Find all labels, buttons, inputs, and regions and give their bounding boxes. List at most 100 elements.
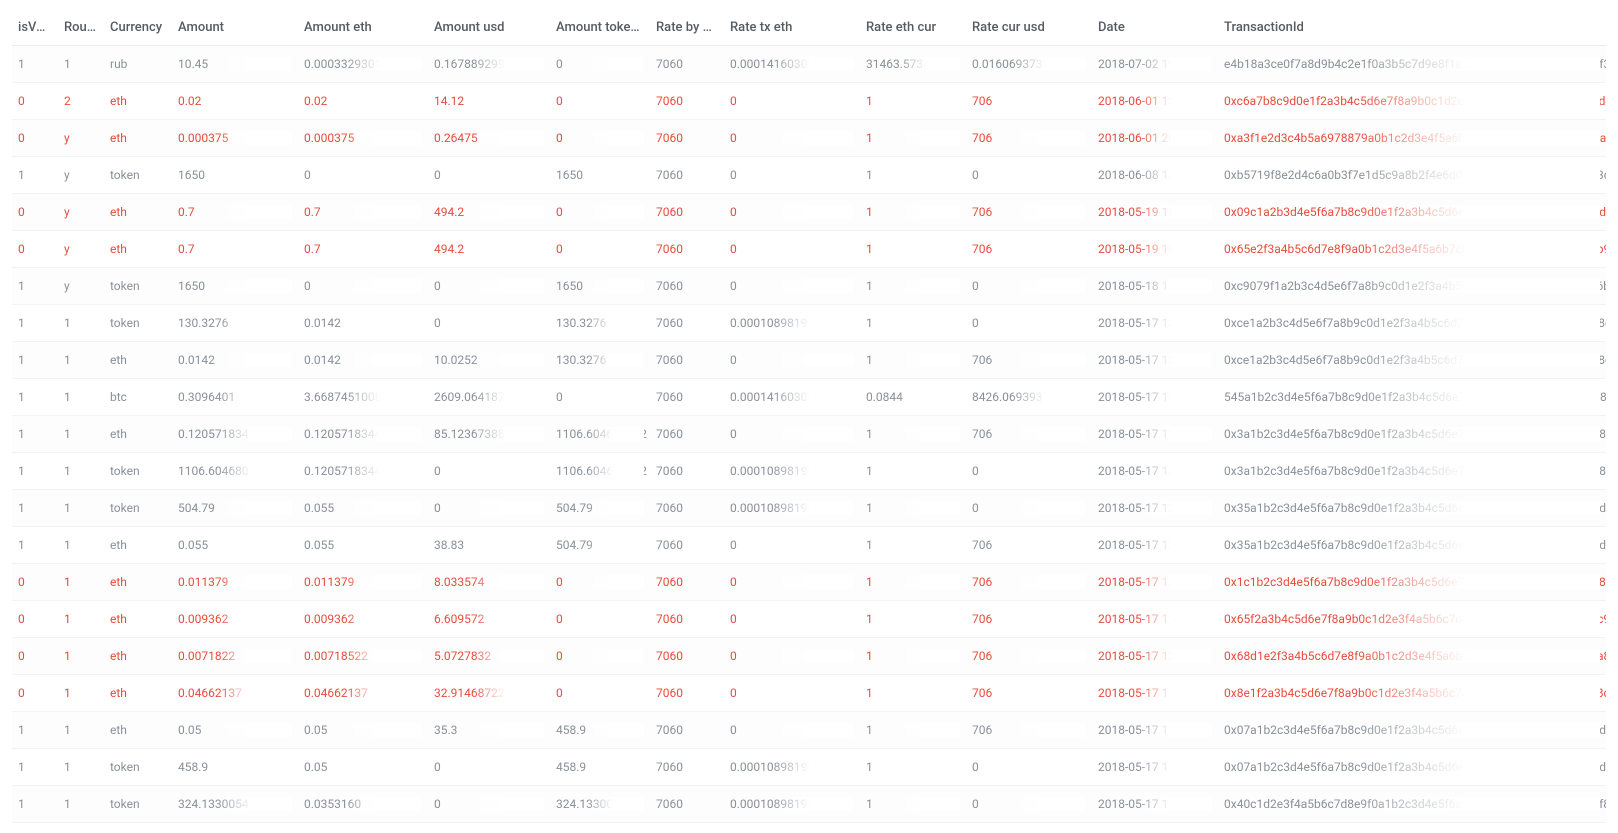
cell-amountUsd: 0: [428, 305, 550, 342]
col-header-amount[interactable]: Amount: [172, 10, 298, 46]
cell-txId: 0x07a1b2c3d4e5f6a7b8c9d0e1f2a3b4c5d6e7f8…: [1218, 749, 1606, 786]
cell-amountEth: 0: [298, 157, 428, 194]
cell-amountTok: 0: [550, 83, 650, 120]
cell-rateEthCur: 1: [860, 194, 966, 231]
table-row[interactable]: 11eth0.050.0535.3458.97060017062018-05-1…: [12, 712, 1606, 749]
cell-rateTxEth: 0: [724, 268, 860, 305]
cell-date: 2018-05-17 12:40:00: [1092, 564, 1218, 601]
cell-rateTxEth: 0: [724, 157, 860, 194]
cell-round: y: [58, 120, 104, 157]
cell-amountUsd: 14.12: [428, 83, 550, 120]
cell-rateSc: 7060: [650, 231, 724, 268]
cell-txId: 0xb5719f8e2d4c6a0b3f7e1d5c9a8b2f4e6d0c3a…: [1218, 157, 1606, 194]
col-header-date[interactable]: Date: [1092, 10, 1218, 46]
table-row[interactable]: 11eth0.01420.014210.0252130.327670600170…: [12, 342, 1606, 379]
col-header-txId[interactable]: TransactionId: [1218, 10, 1606, 46]
cell-isValid: 1: [12, 786, 58, 823]
cell-txId: 0xce1a2b3c4d5e6f7a8b9c0d1e2f3a4b5c6d7e8f…: [1218, 305, 1606, 342]
cell-rateEthCur: 1: [860, 342, 966, 379]
col-header-amountUsd[interactable]: Amount usd: [428, 10, 550, 46]
cell-amount: 324.1330054: [172, 786, 298, 823]
cell-amountUsd: 494.2: [428, 194, 550, 231]
table-row[interactable]: 11btc0.30964013.6687451008352609.0641879…: [12, 379, 1606, 416]
cell-round: y: [58, 157, 104, 194]
cell-isValid: 1: [12, 712, 58, 749]
col-header-rateSc[interactable]: Rate by SC: [650, 10, 724, 46]
table-row[interactable]: 11token458.90.050458.970600.000108981998…: [12, 749, 1606, 786]
cell-rateEthCur: 1: [860, 157, 966, 194]
cell-rateCurUsd: 0: [966, 305, 1092, 342]
table-row[interactable]: 0yeth0.70.7494.207060017062018-05-19 18:…: [12, 194, 1606, 231]
cell-rateTxEth: 0: [724, 231, 860, 268]
table-header: isValidRoundCurrencyAmountAmount ethAmou…: [12, 10, 1606, 46]
cell-txId: 0xa3f1e2d3c4b5a6978879a0b1c2d3e4f5a6b7c8…: [1218, 120, 1606, 157]
cell-amountUsd: 5.0727832: [428, 638, 550, 675]
cell-rateCurUsd: 0: [966, 490, 1092, 527]
cell-amount: 0.05: [172, 712, 298, 749]
col-header-isValid[interactable]: isValid: [12, 10, 58, 46]
table-row[interactable]: 01eth0.046621370.0466213732.914687220706…: [12, 675, 1606, 712]
table-row[interactable]: 11token130.32760.01420130.327670600.0001…: [12, 305, 1606, 342]
cell-isValid: 0: [12, 638, 58, 675]
cell-rateSc: 7060: [650, 749, 724, 786]
table-row[interactable]: 01eth0.0093620.0093626.60957207060017062…: [12, 601, 1606, 638]
cell-rateCurUsd: 706: [966, 120, 1092, 157]
col-header-amountEth[interactable]: Amount eth: [298, 10, 428, 46]
table-row[interactable]: 01eth0.0113790.0113798.03357407060017062…: [12, 564, 1606, 601]
cell-rateTxEth: 0: [724, 342, 860, 379]
cell-round: 1: [58, 712, 104, 749]
cell-isValid: 1: [12, 46, 58, 83]
col-header-amountTok[interactable]: Amount tokens: [550, 10, 650, 46]
cell-amount: 1650: [172, 268, 298, 305]
cell-rateSc: 7060: [650, 83, 724, 120]
cell-currency: eth: [104, 675, 172, 712]
cell-amount: 0.7: [172, 231, 298, 268]
cell-amountEth: 0.011379: [298, 564, 428, 601]
cell-rateTxEth: 0.00010898199860776: [724, 490, 860, 527]
cell-rateEthCur: 31463.573473: [860, 46, 966, 83]
cell-rateCurUsd: 706: [966, 675, 1092, 712]
cell-rateEthCur: 1: [860, 786, 966, 823]
cell-currency: token: [104, 786, 172, 823]
cell-txId: 545a1b2c3d4e5f6a7b8c9d0e1f2a3b4c5d6e7f8a…: [1218, 379, 1606, 416]
table-row[interactable]: 01eth0.00718220.007185225.07278320706001…: [12, 638, 1606, 675]
table-row[interactable]: 1ytoken165000165070600102018-06-08 13:47…: [12, 157, 1606, 194]
table-row[interactable]: 11eth0.12057183440.120571834485.12367388…: [12, 416, 1606, 453]
cell-round: 1: [58, 46, 104, 83]
cell-amountUsd: 0: [428, 157, 550, 194]
col-header-rateCurUsd[interactable]: Rate cur usd: [966, 10, 1092, 46]
table-row[interactable]: 11token1106.6046802320.120571834401106.6…: [12, 453, 1606, 490]
col-header-currency[interactable]: Currency: [104, 10, 172, 46]
cell-txId: 0x09c1a2b3d4e5f6a7b8c9d0e1f2a3b4c5d6e7f8…: [1218, 194, 1606, 231]
table-row[interactable]: 1ytoken165000165070600102018-05-18 17:01…: [12, 268, 1606, 305]
cell-date: 2018-05-17 12:48:08: [1092, 527, 1218, 564]
cell-rateSc: 7060: [650, 194, 724, 231]
table-row[interactable]: 11eth0.0550.05538.83504.797060017062018-…: [12, 527, 1606, 564]
cell-txId: 0xc9079f1a2b3c4d5e6f7a8b9c0d1e2f3a4b5c6d…: [1218, 268, 1606, 305]
table-row[interactable]: 0yeth0.70.7494.207060017062018-05-19 18:…: [12, 231, 1606, 268]
cell-amountEth: 0.0142: [298, 342, 428, 379]
col-header-rateTxEth[interactable]: Rate tx eth: [724, 10, 860, 46]
table-row[interactable]: 11token504.790.0550504.7970600.000108981…: [12, 490, 1606, 527]
cell-amountEth: 3.668745100835: [298, 379, 428, 416]
cell-amountEth: 0.7: [298, 231, 428, 268]
cell-txId: 0xce1a2b3c4d5e6f7a8b9c0d1e2f3a4b5c6d7e8f…: [1218, 342, 1606, 379]
table-row[interactable]: 11rub10.450.000332930163c80.167889299240…: [12, 46, 1606, 83]
table-row[interactable]: 11token324.13300540.03531600324.13300547…: [12, 786, 1606, 823]
col-header-round[interactable]: Round: [58, 10, 104, 46]
cell-rateEthCur: 1: [860, 231, 966, 268]
cell-rateCurUsd: 0: [966, 786, 1092, 823]
cell-currency: eth: [104, 638, 172, 675]
cell-txId: 0x65f2a3b4c5d6e7f8a9b0c1d2e3f4a5b6c7d8e9…: [1218, 601, 1606, 638]
cell-txId: 0x65e2f3a4b5c6d7e8f9a0b1c2d3e4f5a6b7c8d9…: [1218, 231, 1606, 268]
cell-amountTok: 0: [550, 379, 650, 416]
cell-amountEth: 0.000332930163c8: [298, 46, 428, 83]
table-row[interactable]: 0yeth0.0003750.0003750.26475070600170620…: [12, 120, 1606, 157]
cell-rateTxEth: 0: [724, 527, 860, 564]
cell-rateSc: 7060: [650, 490, 724, 527]
cell-rateTxEth: 0.0001416030949008: [724, 46, 860, 83]
cell-amount: 0.1205718344: [172, 416, 298, 453]
col-header-rateEthCur[interactable]: Rate eth cur: [860, 10, 966, 46]
table-row[interactable]: 02eth0.020.0214.1207060017062018-06-01 1…: [12, 83, 1606, 120]
cell-rateTxEth: 0.0001416030949008: [724, 379, 860, 416]
